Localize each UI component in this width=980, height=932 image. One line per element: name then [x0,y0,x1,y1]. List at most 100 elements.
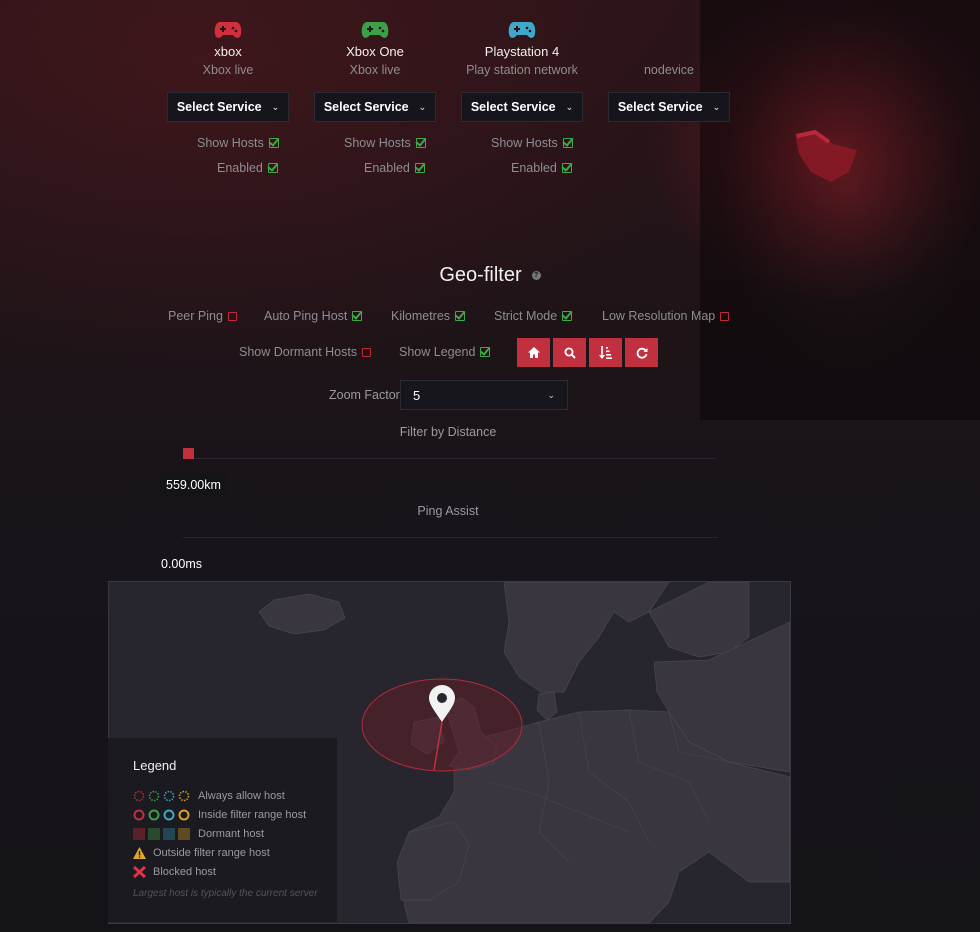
sort-amount-icon [599,346,612,359]
home-button[interactable] [517,338,550,367]
select-service-button[interactable]: Select Service ⌄ [461,92,583,122]
checkbox-unchecked-icon[interactable] [720,311,730,321]
checkbox-unchecked-icon[interactable] [227,311,237,321]
checkbox-checked-icon[interactable] [562,311,573,321]
gamepad-icon [361,22,389,38]
geo-filter-title-text: Geo-filter [439,264,522,286]
show-hosts-toggle[interactable]: Show Hosts [344,136,426,150]
filter-distance-label: Filter by Distance [399,425,497,439]
option-label: Peer Ping [168,309,223,323]
home-icon [527,347,540,358]
iceland-shape [258,593,346,635]
dotted-rings-icon [133,790,190,802]
zoom-factor-select[interactable]: 5 ⌄ [400,380,568,410]
option-show-dormant-hosts[interactable]: Show Dormant Hosts [239,345,372,359]
option-peer-ping[interactable]: Peer Ping [168,309,237,323]
legend-item-blocked: Blocked host [133,866,216,878]
checkbox-checked-icon[interactable] [352,311,363,321]
chevron-down-icon: ⌄ [547,389,555,400]
checkbox-checked-icon[interactable] [415,138,426,148]
enabled-label: Enabled [217,161,263,175]
option-low-resolution-map[interactable]: Low Resolution Map [602,309,730,323]
device-name: Xbox One [346,44,404,59]
help-icon[interactable]: ? [531,271,541,281]
checkbox-checked-icon[interactable] [480,347,491,357]
show-hosts-toggle[interactable]: Show Hosts [491,136,573,150]
chevron-down-icon: ⌄ [271,101,280,112]
refresh-button[interactable] [625,338,658,367]
checkbox-checked-icon[interactable] [561,163,572,173]
distance-value: 559.00km [160,473,227,497]
legend-label: Always allow host [198,790,285,802]
device-name [608,44,730,60]
legend-item-outside-range: Outside filter range host [133,847,270,859]
select-service-label: Select Service [176,100,262,114]
device-playstation-4: Playstation 4 Play station network [461,20,583,79]
legend-label: Outside filter range host [153,847,270,859]
ping-slider-track[interactable] [183,537,718,538]
device-name: Playstation 4 [484,44,560,59]
enabled-toggle[interactable]: Enabled [511,161,572,175]
option-label: Auto Ping Host [264,309,348,323]
denmark-shape [536,691,558,721]
enabled-toggle[interactable]: Enabled [217,161,278,175]
show-hosts-label: Show Hosts [197,136,264,150]
chevron-down-icon: ⌄ [712,101,721,112]
enabled-label: Enabled [511,161,557,175]
select-service-button[interactable]: Select Service ⌄ [608,92,730,122]
chevron-down-icon: ⌄ [418,101,427,112]
ping-value: 0.00ms [161,557,202,571]
search-button[interactable] [553,338,586,367]
sort-button[interactable] [589,338,622,367]
show-hosts-label: Show Hosts [344,136,411,150]
finland-shape [648,582,750,658]
device-network: Xbox live [349,63,401,77]
option-kilometres[interactable]: Kilometres [391,309,466,323]
option-label: Show Legend [399,345,476,359]
legend-title: Legend [133,758,177,773]
geo-filter-title: Geo-filter? [0,264,980,287]
option-auto-ping-host[interactable]: Auto Ping Host [264,309,363,323]
option-strict-mode[interactable]: Strict Mode [494,309,573,323]
legend-item-always-allow: Always allow host [133,790,285,802]
legend-note: Largest host is typically the current se… [133,888,318,899]
option-label: Show Dormant Hosts [239,345,358,359]
option-label: Kilometres [391,309,451,323]
device-name: xbox [214,44,242,59]
distance-slider-handle[interactable] [183,448,194,459]
legend-label: Blocked host [153,866,216,878]
select-service-button[interactable]: Select Service ⌄ [314,92,436,122]
checkbox-checked-icon[interactable] [414,163,425,173]
device-network: Play station network [466,63,578,77]
refresh-icon [636,347,647,359]
checkbox-unchecked-icon[interactable] [362,347,372,357]
zoom-factor-value: 5 [413,387,421,403]
show-hosts-label: Show Hosts [491,136,558,150]
checkbox-checked-icon[interactable] [455,311,466,321]
rings-icon [133,809,190,821]
checkbox-checked-icon[interactable] [562,138,573,148]
device-xbox: xbox Xbox live [167,20,289,79]
option-show-legend[interactable]: Show Legend [399,345,491,359]
option-label: Strict Mode [494,309,558,323]
norway-sweden-shape [503,582,670,693]
distance-slider-track[interactable] [183,458,716,459]
gamepad-icon [508,22,536,38]
warning-icon [133,847,146,859]
checkbox-checked-icon[interactable] [267,163,278,173]
checkbox-checked-icon[interactable] [268,138,279,148]
squares-icon [133,828,190,840]
enabled-toggle[interactable]: Enabled [364,161,425,175]
map-legend: Legend Always allow host Inside filter r… [108,738,337,922]
option-label: Low Resolution Map [602,309,716,323]
select-service-button[interactable]: Select Service ⌄ [167,92,289,122]
background-face [700,0,980,420]
device-xbox-one: Xbox One Xbox live [314,20,436,79]
zoom-factor-label: Zoom Factor [329,388,400,402]
legend-label: Dormant host [198,828,265,840]
show-hosts-toggle[interactable]: Show Hosts [197,136,279,150]
device-network: nodevice [643,63,695,77]
device-none: nodevice [608,20,730,79]
select-service-label: Select Service [323,100,409,114]
legend-item-inside-range: Inside filter range host [133,809,306,821]
